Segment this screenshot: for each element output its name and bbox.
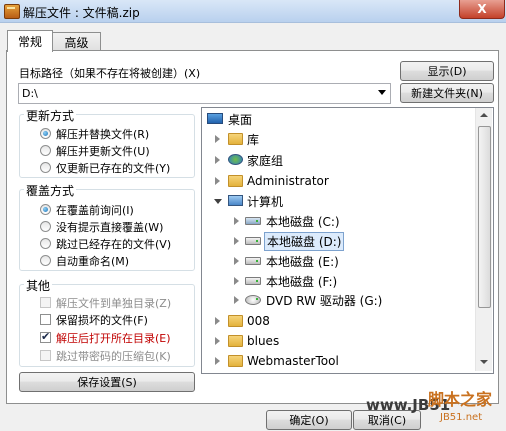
checkbox-keep-broken[interactable] (40, 314, 51, 325)
drive-icon (245, 237, 261, 245)
user-folder-icon (228, 175, 243, 187)
tree-item-label: 008 (247, 314, 270, 328)
tree-scrollbar[interactable] (475, 108, 492, 371)
radio-ask-before[interactable] (40, 204, 51, 215)
radio-update-existing-label[interactable]: 仅更新已存在的文件(Y) (56, 160, 170, 176)
expand-arrow-icon[interactable] (215, 177, 220, 185)
drive-icon (245, 257, 261, 265)
scroll-thumb[interactable] (478, 126, 491, 308)
checkbox-open-folder-label[interactable]: 解压后打开所在目录(E) (56, 330, 171, 346)
tree-item-drive-c[interactable]: 本地磁盘 (C:) (202, 212, 472, 230)
tree-item-label: 本地磁盘 (F:) (266, 274, 338, 289)
checkbox-separate-folder[interactable] (40, 297, 51, 308)
radio-extract-update[interactable] (40, 145, 51, 156)
expand-arrow-icon[interactable] (215, 317, 220, 325)
dest-path-value: D:\ (22, 87, 38, 100)
show-button[interactable]: 显示(D) (400, 61, 494, 81)
radio-extract-replace[interactable] (40, 128, 51, 139)
radio-ask-before-label[interactable]: 在覆盖前询问(I) (56, 202, 134, 218)
expand-arrow-icon[interactable] (215, 357, 220, 365)
checkbox-skip-encrypted[interactable] (40, 350, 51, 361)
radio-overwrite-no-prompt-label[interactable]: 没有提示直接覆盖(W) (56, 219, 163, 235)
close-button[interactable]: X (459, 0, 505, 19)
checkbox-keep-broken-label[interactable]: 保留损坏的文件(F) (56, 312, 148, 328)
collapse-arrow-icon[interactable] (214, 199, 222, 204)
folder-icon (228, 335, 243, 347)
tree-item-folder-webmastertool[interactable]: WebmasterTool (202, 352, 472, 370)
tree-item-folder-008[interactable]: 008 (202, 312, 472, 330)
tree-item-label: 本地磁盘 (C:) (266, 214, 340, 229)
tab-general[interactable]: 常规 (7, 30, 53, 52)
system-drive-icon (245, 217, 261, 225)
dest-path-combo[interactable]: D:\ (18, 83, 391, 104)
library-icon (228, 133, 243, 145)
folder-tree[interactable]: 桌面 库 家庭组 Administrator 计算机 本地磁盘 (C:) 本地磁… (201, 107, 494, 374)
scroll-up-icon[interactable] (480, 113, 488, 117)
tree-item-label: 本地磁盘 (D:) (264, 231, 345, 251)
save-settings-button[interactable]: 保存设置(S) (19, 372, 195, 392)
watermark-cn: 脚本之家 (428, 390, 493, 409)
radio-auto-rename-label[interactable]: 自动重命名(M) (56, 253, 129, 269)
radio-skip-existing[interactable] (40, 238, 51, 249)
tree-item-label: DVD RW 驱动器 (G:) (266, 293, 383, 308)
expand-arrow-icon[interactable] (215, 156, 220, 164)
dest-path-label: 目标路径（如果不存在将被创建）(X) (19, 67, 201, 80)
checkbox-open-folder[interactable] (40, 330, 51, 343)
tree-item-computer[interactable]: 计算机 (202, 192, 472, 210)
overwrite-mode-title: 覆盖方式 (24, 182, 77, 199)
tree-item-drive-f[interactable]: 本地磁盘 (F:) (202, 272, 472, 290)
window-title: 解压文件 : 文件稿.zip (23, 6, 140, 20)
expand-arrow-icon[interactable] (234, 237, 239, 245)
watermark-brand: www.JB51 (366, 396, 451, 414)
expand-arrow-icon[interactable] (234, 277, 239, 285)
tree-item-folder-blues[interactable]: blues (202, 332, 472, 350)
folder-icon (228, 315, 243, 327)
expand-arrow-icon[interactable] (234, 217, 239, 225)
misc-title: 其他 (24, 277, 53, 294)
tree-item-desktop[interactable]: 桌面 (202, 110, 472, 128)
dvd-icon (245, 295, 261, 305)
expand-arrow-icon[interactable] (215, 337, 220, 345)
tree-item-drive-g[interactable]: DVD RW 驱动器 (G:) (202, 291, 472, 309)
tree-item-homegroup[interactable]: 家庭组 (202, 151, 472, 169)
tree-item-administrator[interactable]: Administrator (202, 172, 472, 190)
radio-overwrite-no-prompt[interactable] (40, 221, 51, 232)
expand-arrow-icon[interactable] (234, 296, 239, 304)
homegroup-icon (228, 154, 243, 165)
tree-item-label: 本地磁盘 (E:) (266, 254, 339, 269)
winrar-icon (4, 4, 20, 19)
radio-skip-existing-label[interactable]: 跳过已经存在的文件(V) (56, 236, 171, 252)
tree-item-drive-e[interactable]: 本地磁盘 (E:) (202, 252, 472, 270)
checkbox-separate-folder-label[interactable]: 解压文件到单独目录(Z) (56, 295, 171, 311)
checkbox-skip-encrypted-label[interactable]: 跳过带密码的压缩包(K) (56, 348, 171, 364)
tab-advanced[interactable]: 高级 (52, 32, 101, 51)
radio-extract-update-label[interactable]: 解压并更新文件(U) (56, 143, 150, 159)
radio-update-existing[interactable] (40, 162, 51, 173)
tree-item-label: blues (247, 334, 280, 348)
update-mode-title: 更新方式 (24, 107, 77, 124)
expand-arrow-icon[interactable] (215, 135, 220, 143)
chevron-down-icon[interactable] (378, 90, 386, 95)
ok-button[interactable]: 确定(O) (266, 410, 352, 430)
tree-item-label: Administrator (247, 174, 329, 188)
computer-icon (228, 195, 243, 206)
tree-item-label: 桌面 (228, 112, 253, 127)
tree-item-library[interactable]: 库 (202, 130, 472, 148)
expand-arrow-icon[interactable] (234, 257, 239, 265)
folder-icon (228, 355, 243, 367)
scroll-down-icon[interactable] (480, 360, 488, 364)
tree-item-drive-d[interactable]: 本地磁盘 (D:) (202, 231, 472, 251)
tree-item-label: 库 (247, 132, 260, 147)
tree-item-label: 家庭组 (247, 153, 284, 168)
title-bar: 解压文件 : 文件稿.zip X (0, 0, 506, 23)
watermark-url: JB51.net (440, 412, 483, 423)
new-folder-button[interactable]: 新建文件夹(N) (400, 83, 494, 103)
tree-item-label: 计算机 (247, 194, 284, 209)
drive-icon (245, 277, 261, 285)
desktop-icon (207, 113, 223, 124)
tree-item-label: WebmasterTool (247, 354, 339, 368)
radio-extract-replace-label[interactable]: 解压并替换文件(R) (56, 126, 149, 142)
radio-auto-rename[interactable] (40, 255, 51, 266)
